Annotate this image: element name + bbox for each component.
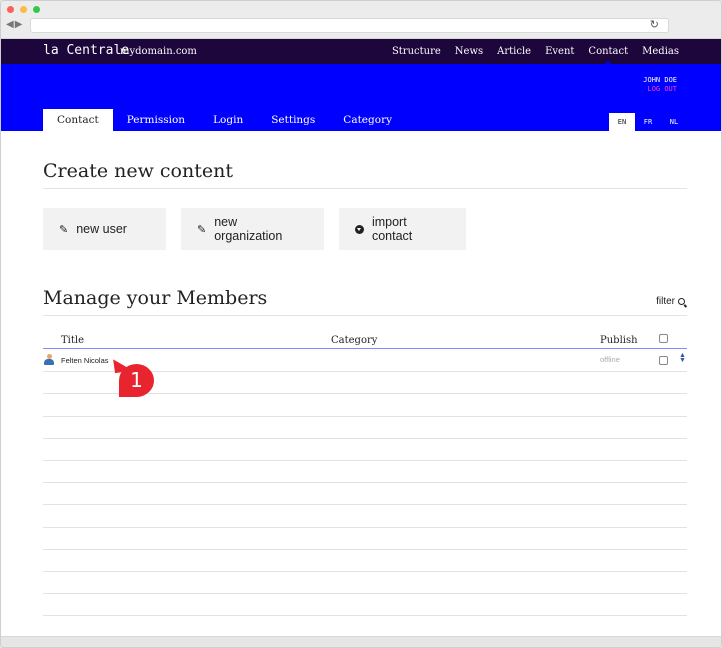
- empty-table-row: [43, 417, 687, 439]
- user-avatar-icon: [44, 354, 54, 365]
- divider: [43, 315, 687, 316]
- user-name: JOHN DOE: [643, 76, 677, 84]
- column-publish[interactable]: Publish: [600, 335, 638, 346]
- row-checkbox[interactable]: [659, 356, 668, 365]
- tab-contact[interactable]: Contact: [43, 109, 113, 131]
- new-user-label: new user: [76, 222, 127, 236]
- sort-handle-icon[interactable]: ▲ ▼: [679, 352, 686, 364]
- new-user-button[interactable]: ✎ new user: [43, 208, 166, 250]
- reload-icon[interactable]: ↻: [650, 18, 659, 31]
- lang-nl[interactable]: NL: [661, 113, 687, 131]
- language-switcher: EN FR NL: [609, 113, 687, 131]
- lang-en[interactable]: EN: [609, 113, 635, 131]
- new-organization-label: new organization: [214, 215, 283, 243]
- empty-table-row: [43, 550, 687, 572]
- manage-members-title: Manage your Members: [43, 287, 268, 309]
- site-brand[interactable]: la Centrale: [43, 43, 129, 58]
- empty-table-row: [43, 505, 687, 528]
- new-organization-button[interactable]: ✎ new organization: [181, 208, 324, 250]
- column-category[interactable]: Category: [331, 335, 377, 346]
- section-header: JOHN DOE LOG OUT Contact Permission Logi…: [1, 64, 721, 131]
- back-forward-icons[interactable]: ◀▶: [6, 19, 23, 30]
- tab-permission[interactable]: Permission: [113, 109, 199, 131]
- members-table-header: Title Category Publish: [43, 331, 687, 349]
- tab-login[interactable]: Login: [199, 109, 257, 131]
- tab-category[interactable]: Category: [329, 109, 406, 131]
- close-window-button[interactable]: [7, 6, 14, 13]
- logout-link[interactable]: LOG OUT: [643, 85, 677, 94]
- select-all-checkbox[interactable]: [659, 334, 668, 343]
- section-tabs: Contact Permission Login Settings Catego…: [43, 109, 406, 131]
- empty-table-row: [43, 572, 687, 595]
- filter-button[interactable]: filter: [656, 296, 685, 307]
- pencil-icon: ✎: [59, 223, 69, 236]
- nav-structure[interactable]: Structure: [392, 46, 441, 57]
- address-bar[interactable]: ↻: [30, 18, 669, 33]
- nav-contact[interactable]: Contact: [588, 46, 628, 65]
- create-actions: ✎ new user ✎ new organization import con…: [43, 208, 466, 250]
- pencil-icon: ✎: [197, 223, 207, 236]
- column-title[interactable]: Title: [61, 335, 84, 346]
- top-navigation-bar: la Centrale mydomain.com Structure News …: [1, 39, 721, 65]
- search-icon: [678, 298, 685, 305]
- empty-table-row: [43, 594, 687, 617]
- browser-window: ◀▶ ↻ la Centrale mydomain.com Structure …: [0, 0, 722, 648]
- import-contact-label: import contact: [371, 215, 413, 243]
- maximize-window-button[interactable]: [33, 6, 40, 13]
- nav-news[interactable]: News: [455, 46, 483, 57]
- browser-status-bar: [1, 636, 721, 647]
- divider: [43, 188, 687, 189]
- callout-number: 1: [130, 368, 143, 392]
- nav-event[interactable]: Event: [545, 46, 574, 57]
- empty-table-row: [43, 483, 687, 506]
- import-contact-button[interactable]: import contact: [339, 208, 466, 250]
- nav-article[interactable]: Article: [497, 46, 531, 57]
- empty-table-row: [43, 528, 687, 550]
- download-circle-icon: [355, 224, 364, 234]
- browser-chrome: ◀▶ ↻: [1, 1, 721, 39]
- minimize-window-button[interactable]: [20, 6, 27, 13]
- user-box: JOHN DOE LOG OUT: [643, 76, 677, 94]
- step-callout-badge: 1: [119, 364, 154, 397]
- create-content-title: Create new content: [43, 160, 233, 182]
- tab-settings[interactable]: Settings: [257, 109, 329, 131]
- lang-fr[interactable]: FR: [635, 113, 661, 131]
- empty-table-row: [43, 439, 687, 461]
- main-nav: Structure News Article Event Contact Med…: [392, 46, 679, 65]
- filter-label: filter: [656, 296, 675, 307]
- nav-medias[interactable]: Medias: [642, 46, 679, 57]
- empty-table-row: [43, 461, 687, 484]
- empty-table-row: [43, 394, 687, 417]
- member-title[interactable]: Felten Nicolas: [61, 356, 109, 365]
- member-status: offline: [600, 355, 620, 364]
- site-domain[interactable]: mydomain.com: [120, 46, 197, 57]
